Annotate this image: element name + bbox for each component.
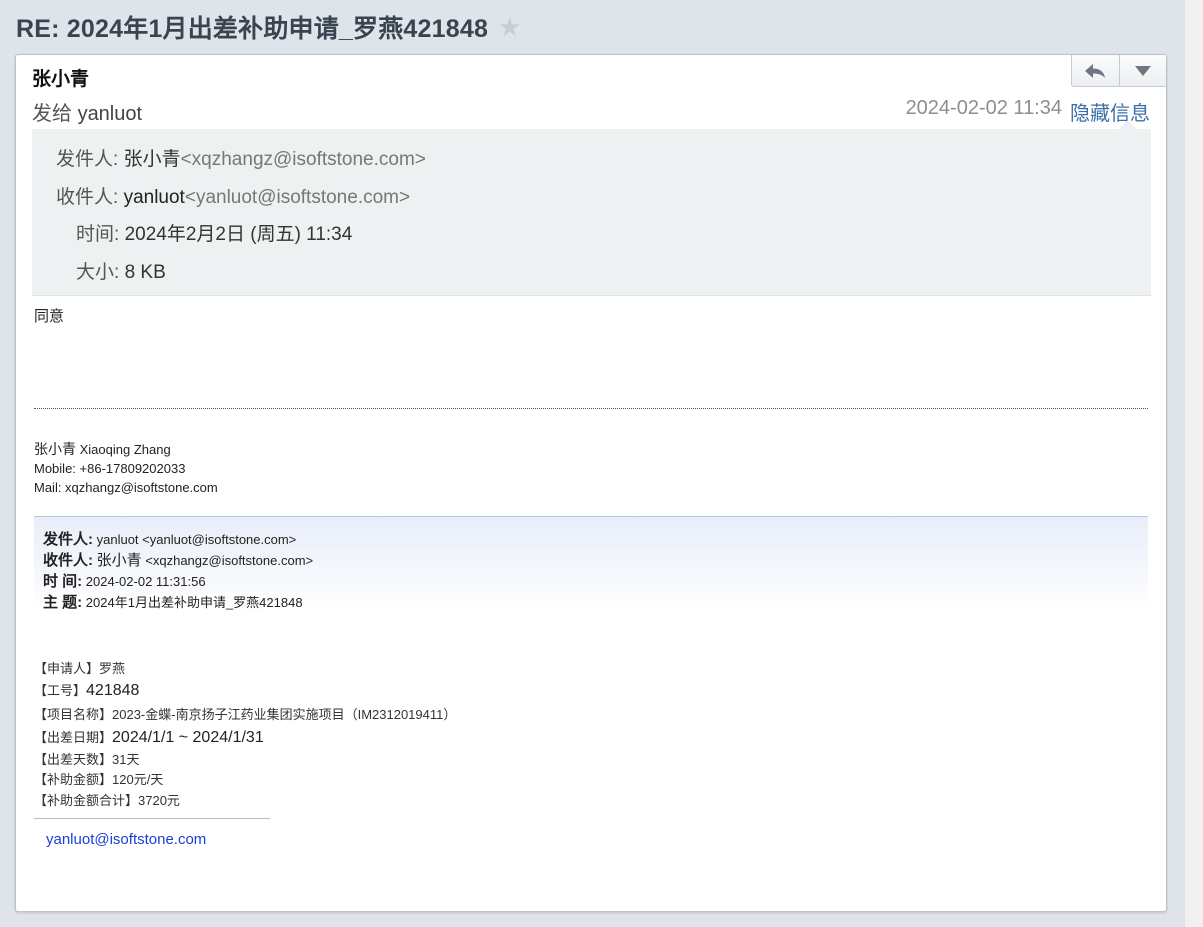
field-value: 2023-金蝶-南京扬子江药业集团实施项目（IM2312019411）	[112, 707, 457, 722]
reply-arrow-icon	[1085, 63, 1106, 78]
sender-name: 张小青	[32, 69, 90, 90]
field-applicant: 【申请人】罗燕	[34, 658, 456, 680]
signature: 张小青 Xiaoqing Zhang Mobile: +86-178092020…	[34, 440, 218, 497]
meta-to-label: 收件人:	[56, 187, 119, 208]
field-allowance-rate: 【补助金额】120元/天	[34, 769, 456, 790]
quoted-subject-value: 2024年1月出差补助申请_罗燕421848	[85, 595, 303, 610]
signature-divider	[34, 408, 1148, 409]
meta-size-value: 8 KB	[124, 262, 166, 283]
signature-name-en: Xiaoqing Zhang	[79, 442, 171, 457]
date-line: 2024-02-02 11:34 隐藏信息	[906, 97, 1150, 126]
footer-email-link[interactable]: yanluot@isoftstone.com	[46, 831, 206, 848]
meta-time-label: 时间:	[76, 224, 120, 245]
dropdown-triangle-icon	[1134, 65, 1151, 76]
field-allowance-total: 【补助金额合计】3720元	[34, 790, 456, 810]
subject-bar: RE: 2024年1月出差补助申请_罗燕421848 ★	[0, 0, 1183, 54]
quoted-to-email: <xqzhangz@isoftstone.com>	[145, 553, 314, 568]
field-trip-days: 【出差天数】31天	[34, 749, 456, 769]
quoted-time: 时 间: 2024-02-02 11:31:56	[43, 570, 206, 591]
field-label: 【项目名称】	[34, 707, 113, 722]
quoted-time-value: 2024-02-02 11:31:56	[85, 574, 206, 589]
signature-name-cn: 张小青	[34, 441, 76, 457]
quoted-from-label: 发件人:	[43, 531, 93, 548]
signature-name-line: 张小青 Xiaoqing Zhang	[34, 440, 218, 459]
signature-mail: Mail: xqzhangz@isoftstone.com	[34, 480, 218, 495]
field-label: 【出差日期】	[34, 730, 113, 745]
email-card: 张小青 发给 yanluot 2024-02-02 11:34 隐藏信息 发件人…	[15, 54, 1167, 912]
meta-from-name: 张小青	[123, 149, 181, 170]
field-label: 【工号】	[34, 683, 87, 698]
meta-panel: 发件人: 张小青<xqzhangz@isoftstone.com> 收件人: y…	[32, 120, 1151, 296]
field-project-name: 【项目名称】2023-金蝶-南京扬子江药业集团实施项目（IM2312019411…	[34, 704, 456, 727]
field-label: 【出差天数】	[34, 752, 113, 767]
hide-info-link[interactable]: 隐藏信息	[1070, 97, 1150, 126]
quoted-subject-label: 主 题:	[43, 594, 83, 611]
field-value: 31天	[112, 752, 140, 767]
application-fields: 【申请人】罗燕 【工号】421848 【项目名称】2023-金蝶-南京扬子江药业…	[34, 658, 456, 810]
meta-to: 收件人: yanluot<yanluot@isoftstone.com>	[56, 182, 410, 209]
more-actions-button[interactable]	[1118, 55, 1167, 86]
signature-mobile: Mobile: +86-17809202033	[34, 461, 186, 476]
recipient-prefix: 发给	[32, 103, 72, 125]
quoted-to-name: 张小青	[96, 552, 142, 569]
quoted-to: 收件人: 张小青 <xqzhangz@isoftstone.com>	[43, 549, 313, 570]
field-value: 3720元	[138, 793, 180, 808]
meta-from-email: <xqzhangz@isoftstone.com>	[180, 149, 426, 170]
recipient-line: 发给 yanluot	[32, 97, 142, 126]
meta-to-email: <yanluot@isoftstone.com>	[184, 187, 411, 208]
meta-time-value: 2024年2月2日 (周五) 11:34	[124, 224, 353, 245]
field-value: 2024/1/1 ~ 2024/1/31	[112, 729, 264, 746]
field-value: 421848	[86, 682, 140, 699]
quoted-from-value: yanluot <yanluot@isoftstone.com>	[96, 532, 297, 547]
email-actions	[1071, 55, 1166, 87]
quoted-subject: 主 题: 2024年1月出差补助申请_罗燕421848	[43, 591, 303, 612]
field-value: 120元/天	[112, 772, 164, 787]
scrollbar[interactable]	[1184, 0, 1203, 927]
meta-from-label: 发件人:	[56, 149, 119, 170]
field-trip-dates: 【出差日期】2024/1/1 ~ 2024/1/31	[34, 727, 456, 749]
meta-size: 大小: 8 KB	[76, 257, 166, 284]
meta-time: 时间: 2024年2月2日 (周五) 11:34	[76, 219, 352, 246]
recipient-name: yanluot	[77, 103, 143, 125]
star-icon[interactable]: ★	[498, 14, 521, 40]
field-employee-id: 【工号】421848	[34, 680, 456, 704]
field-label: 【补助金额】	[34, 772, 113, 787]
quoted-header: 发件人: yanluot <yanluot@isoftstone.com> 收件…	[34, 516, 1148, 612]
quoted-from: 发件人: yanluot <yanluot@isoftstone.com>	[43, 528, 296, 549]
meta-size-label: 大小:	[76, 262, 120, 283]
email-date: 2024-02-02 11:34	[905, 97, 1062, 119]
field-label: 【申请人】	[34, 661, 100, 676]
field-value: 罗燕	[99, 661, 126, 676]
meta-from: 发件人: 张小青<xqzhangz@isoftstone.com>	[56, 144, 426, 171]
meta-caret	[1119, 120, 1137, 129]
reply-button[interactable]	[1072, 55, 1119, 86]
meta-to-name: yanluot	[123, 187, 185, 208]
email-subject: RE: 2024年1月出差补助申请_罗燕421848	[16, 15, 489, 43]
quoted-time-label: 时 间:	[43, 573, 83, 590]
quoted-to-label: 收件人:	[43, 552, 93, 569]
footer-divider	[34, 818, 270, 819]
field-label: 【补助金额合计】	[34, 793, 139, 808]
reply-text: 同意	[34, 308, 65, 325]
